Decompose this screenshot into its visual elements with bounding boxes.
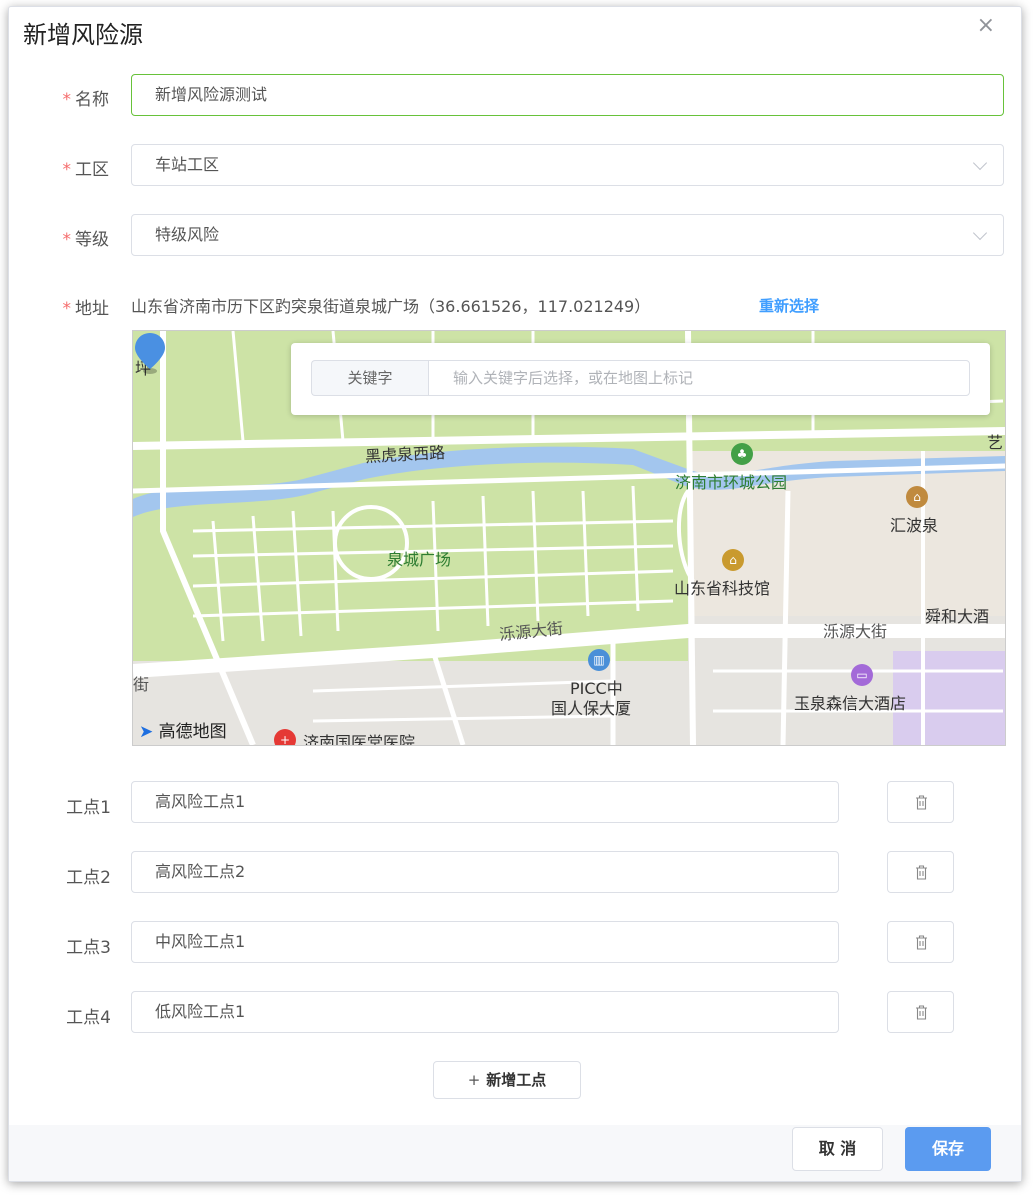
map-label-hospital: 济南国医堂医院 (303, 733, 416, 746)
keyword-button[interactable]: 关键字 (311, 360, 428, 396)
trash-icon (916, 1005, 927, 1020)
landmark-icon: ⌂ (906, 486, 928, 508)
level-value: 特级风险 (155, 225, 220, 244)
delete-work-point-1-button[interactable] (887, 781, 954, 823)
add-work-point-label: 新增工点 (486, 1071, 547, 1089)
hotel-icon: ▭ (851, 664, 873, 686)
amap-brand-text: 高德地图 (158, 722, 227, 742)
delete-work-point-2-button[interactable] (887, 851, 954, 893)
map-label-huancheng-park: 济南市环城公园 (675, 473, 788, 492)
work-area-label-text: 工区 (75, 160, 109, 180)
name-input[interactable]: 新增风险源测试 (131, 74, 1004, 116)
map-label-picc-2: 国人保大厦 (551, 699, 632, 718)
work-point-4-input[interactable]: 低风险工点1 (131, 991, 839, 1033)
add-risk-source-dialog: 新增风险源 × * 名称 新增风险源测试 * 工区 车站工区 * 等级 特级风险 * 地… (8, 6, 1022, 1182)
map-label-yuquan-hotel: 玉泉森信大酒店 (794, 694, 907, 713)
address-value: 山东省济南市历下区趵突泉街道泉城广场（36.661526，117.021249） (131, 297, 651, 316)
map-label-science-museum: 山东省科技馆 (674, 579, 771, 598)
location-marker-icon[interactable] (133, 331, 167, 375)
work-point-1-input[interactable]: 高风险工点1 (131, 781, 839, 823)
level-label: * 等级 (9, 225, 110, 250)
required-mark: * (62, 299, 72, 319)
amap-logo: ➤ 高德地图 (139, 717, 227, 742)
map-label-shunhe-hotel: 舜和大酒 (925, 607, 990, 626)
address-label-text: 地址 (75, 299, 109, 319)
required-mark: * (62, 230, 72, 250)
reselect-link[interactable]: 重新选择 (759, 295, 819, 316)
delete-work-point-4-button[interactable] (887, 991, 954, 1033)
close-icon[interactable]: × (977, 13, 995, 38)
work-area-value: 车站工区 (155, 155, 220, 174)
work-area-label: * 工区 (9, 155, 110, 180)
chevron-down-icon (972, 225, 988, 241)
work-point-4-label: 工点4 (66, 1008, 111, 1028)
required-mark: * (62, 160, 72, 180)
level-label-text: 等级 (75, 230, 109, 250)
chevron-down-icon (972, 155, 988, 171)
map-search-panel: 关键字 输入关键字后选择，或在地图上标记 (291, 343, 990, 415)
work-point-2-label: 工点2 (66, 868, 111, 888)
add-work-point-button[interactable]: + 新增工点 (433, 1061, 581, 1099)
name-label: * 名称 (9, 85, 110, 110)
map-label-quancheng-square: 泉城广场 (387, 550, 452, 569)
level-select[interactable]: 特级风险 (131, 214, 1004, 256)
plus-icon: + (467, 1071, 481, 1089)
bank-icon: ▥ (588, 649, 610, 671)
map-label-yi: 艺 (987, 433, 1004, 452)
required-mark: * (62, 90, 72, 110)
work-point-3-label: 工点3 (66, 938, 111, 958)
map-label-luoyuan-street-2: 泺源大街 (823, 622, 888, 641)
map-view[interactable]: 坪 黑虎泉西路 艺 ♣ 济南市环城公园 ⌂ 汇波泉 泉城广场 ⌂ 山东省科技馆 … (132, 330, 1006, 746)
trash-icon (916, 865, 927, 880)
cancel-button[interactable]: 取 消 (792, 1127, 883, 1171)
name-label-text: 名称 (75, 90, 109, 110)
work-point-3-input[interactable]: 中风险工点1 (131, 921, 839, 963)
delete-work-point-3-button[interactable] (887, 921, 954, 963)
dialog-title: 新增风险源 (23, 21, 143, 49)
map-label-huibo-spring: 汇波泉 (890, 516, 939, 535)
keyword-search-input[interactable]: 输入关键字后选择，或在地图上标记 (428, 360, 970, 396)
museum-icon: ⌂ (722, 549, 744, 571)
work-area-select[interactable]: 车站工区 (131, 144, 1004, 186)
hospital-icon: + (274, 729, 296, 745)
amap-arrow-icon: ➤ (139, 722, 154, 742)
save-button[interactable]: 保存 (905, 1127, 991, 1171)
map-label-heihuquan-road: 黑虎泉西路 (364, 442, 446, 467)
trash-icon (916, 935, 927, 950)
work-point-1-label: 工点1 (66, 798, 111, 818)
map-label-jie: 大街 (133, 675, 150, 694)
address-label: * 地址 (9, 294, 110, 319)
trash-icon (916, 795, 927, 810)
work-point-2-input[interactable]: 高风险工点2 (131, 851, 839, 893)
park-icon: ♣ (731, 443, 753, 465)
